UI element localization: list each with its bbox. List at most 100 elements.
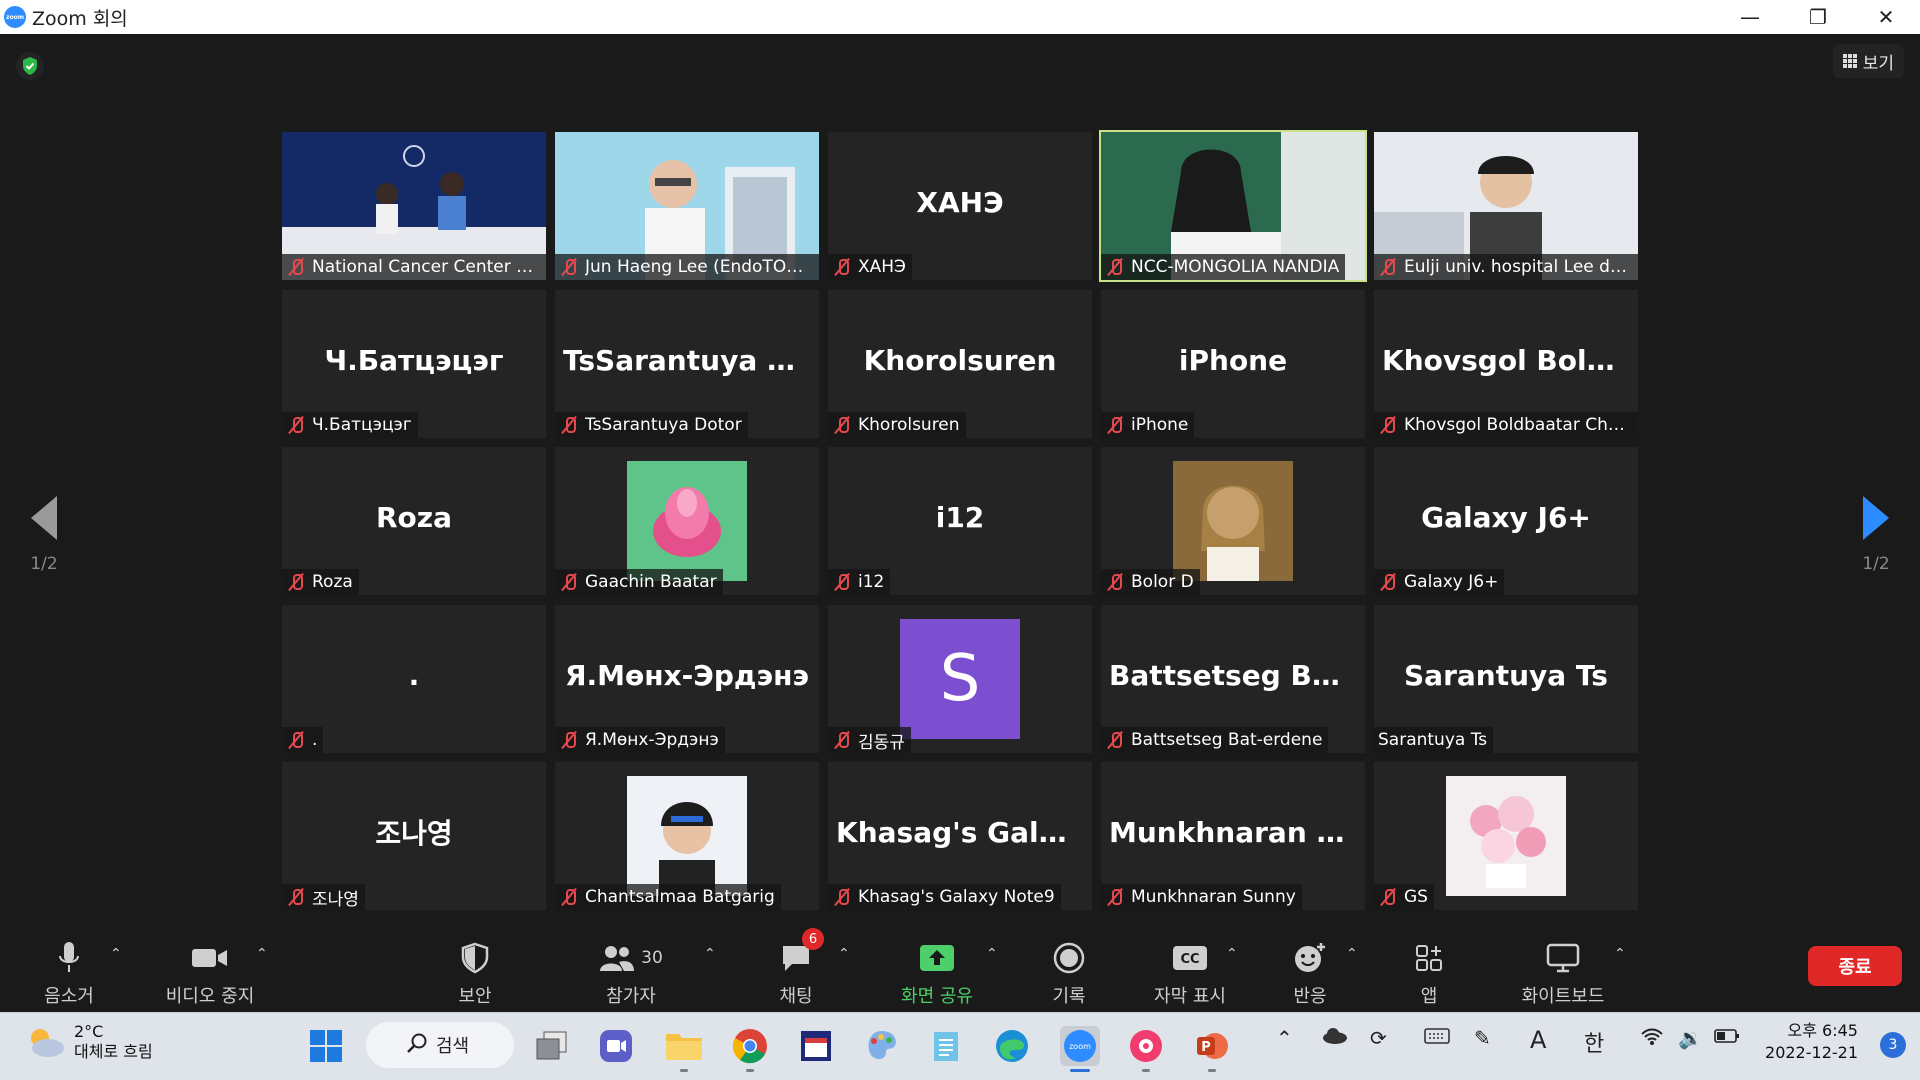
participant-tile[interactable]: Bolor D [1101,447,1365,595]
participant-name-label: Я.Мөнх-Эрдэнэ [555,727,725,753]
captions-options-caret[interactable]: ⌃ [1226,946,1238,962]
taskbar-search[interactable]: 검색 [366,1022,514,1068]
whiteboard-options-caret[interactable]: ⌃ [1614,946,1626,962]
participant-tile[interactable]: Galaxy J6+ Galaxy J6+ [1374,447,1638,595]
taskbar-app-notepad[interactable] [926,1026,966,1066]
participant-tile[interactable]: i12 i12 [828,447,1092,595]
share-options-caret[interactable]: ⌃ [986,946,998,962]
participant-tile[interactable]: Chantsalmaa Batgarig [555,762,819,910]
participant-tile[interactable]: Я.Мөнх-Эрдэнэ Я.Мөнх-Эрдэнэ [555,605,819,753]
participant-tile[interactable]: 조나영 조나영 [282,762,546,910]
search-icon [406,1032,428,1059]
battery-icon[interactable] [1714,1026,1740,1050]
start-button[interactable] [306,1026,346,1066]
minimize-button[interactable]: — [1716,0,1784,34]
ime-mode-letter[interactable]: A [1530,1026,1546,1054]
participant-name: NCC-MONGOLIA NANDIA [1131,257,1340,277]
taskbar-app-powerpoint[interactable]: P [1192,1026,1232,1072]
security-shield-icon [460,936,490,980]
video-options-caret[interactable]: ⌃ [256,946,268,962]
participant-tile[interactable]: Jun Haeng Lee (EndoTODAY) [555,132,819,280]
task-view-button[interactable] [532,1026,572,1066]
whiteboard-button[interactable]: 화이트보드 [1516,922,1610,1012]
security-button[interactable]: 보안 [450,922,500,1012]
reactions-options-caret[interactable]: ⌃ [1346,946,1358,962]
muted-microphone-icon [1378,887,1398,907]
participant-name-label: NCC-MONGOLIA NANDIA [1101,254,1346,280]
video-camera-icon [191,936,229,980]
closed-captions-icon: CC [1172,936,1208,980]
participant-tile[interactable]: Sarantuya Ts Sarantuya Ts [1374,605,1638,753]
participant-tile[interactable]: S 김동규 [828,605,1092,753]
chat-button[interactable]: 6 채팅 [770,922,824,1012]
taskbar-app-paint[interactable] [862,1026,902,1066]
taskbar-app-edge[interactable] [992,1026,1032,1066]
close-button[interactable]: ✕ [1852,0,1920,34]
muted-microphone-icon [1105,415,1125,435]
participant-tile[interactable]: NCC-MONGOLIA NANDIA [1099,130,1367,282]
mute-button[interactable]: 음소거 [36,922,102,1012]
participant-tile[interactable]: Roza Roza [282,447,546,595]
pen-input-icon[interactable]: ✎ [1474,1026,1491,1050]
paint-palette-icon [868,1031,896,1060]
next-page-button[interactable]: 1/2 [1846,496,1906,574]
participant-display-name: ХАНЭ [916,186,1004,220]
participant-tile[interactable]: iPhone iPhone [1101,290,1365,438]
weather-description: 대체로 흐림 [74,1042,153,1061]
audio-options-caret[interactable]: ⌃ [110,946,122,962]
participant-name: GS [1404,887,1428,907]
end-meeting-button[interactable]: 종료 [1808,946,1902,986]
sync-icon[interactable]: ⟳ [1370,1026,1387,1050]
participant-tile[interactable]: Ч.Батцэцэг Ч.Батцэцэг [282,290,546,438]
system-clock[interactable]: 오후 6:45 2022-12-21 [1765,1020,1858,1064]
clock-date: 2022-12-21 [1765,1043,1858,1062]
participant-tile[interactable]: Munkhnaran Su... Munkhnaran Sunny [1101,762,1365,910]
captions-button[interactable]: CC 자막 표시 [1150,922,1230,1012]
show-hidden-icons-caret[interactable]: ⌃ [1276,1026,1293,1050]
apps-button[interactable]: 앱 [1414,922,1444,1012]
chat-options-caret[interactable]: ⌃ [838,946,850,962]
notification-count-badge[interactable]: 3 [1880,1032,1906,1058]
weather-temperature: 2°C [74,1022,104,1041]
participant-tile[interactable]: Khovsgol Boldb... Khovsgol Boldbaatar Cho… [1374,290,1638,438]
taskbar-app-calendar[interactable] [796,1026,836,1066]
taskbar-app-chrome[interactable] [730,1026,770,1072]
participants-options-caret[interactable]: ⌃ [704,946,716,962]
view-button[interactable]: 보기 [1832,44,1904,78]
participant-tile[interactable]: Khasag's Galaxy... Khasag's Galaxy Note9 [828,762,1092,910]
participant-name-label: Galaxy J6+ [1374,569,1505,595]
participant-name: Я.Мөнх-Эрдэнэ [585,730,719,750]
previous-page-button[interactable]: 1/2 [14,496,74,574]
participant-name: National Cancer Center o... [312,257,540,277]
participant-name: Gaachin Baatar [585,572,717,592]
wifi-icon[interactable] [1640,1026,1664,1051]
participant-tile[interactable]: TsSarantuya Do... TsSarantuya Dotor [555,290,819,438]
participant-tile[interactable]: ХАНЭ ХАНЭ [828,132,1092,280]
keyboard-icon[interactable] [1424,1026,1450,1050]
restore-button[interactable]: ❐ [1784,0,1852,34]
weather-widget[interactable]: 2°C 대체로 흐림 [26,1022,153,1062]
share-screen-button[interactable]: 화면 공유 [898,922,976,1012]
taskbar-app-zoom[interactable]: zoom [1060,1026,1100,1072]
record-button[interactable]: 기록 [1046,922,1092,1012]
participant-tile[interactable]: National Cancer Center o... [282,132,546,280]
stop-video-button[interactable]: 비디오 중지 [160,922,260,1012]
taskbar-app-meet[interactable] [596,1026,636,1066]
taskbar-app-chat[interactable] [1126,1026,1166,1072]
participant-tile[interactable]: Gaachin Baatar [555,447,819,595]
ime-korean-indicator[interactable]: 한 [1584,1026,1604,1058]
participant-name: iPhone [1131,415,1189,435]
participant-tile[interactable]: Battsetseg Bat-... Battsetseg Bat-erdene [1101,605,1365,753]
participant-tile[interactable]: Khorolsuren Khorolsuren [828,290,1092,438]
speaker-icon[interactable]: 🔉 [1678,1026,1703,1050]
participants-button[interactable]: 30 참가자 [596,922,666,1012]
reactions-button[interactable]: 반응 [1290,922,1330,1012]
record-label: 기록 [1052,986,1086,1007]
participant-tile[interactable]: GS [1374,762,1638,910]
taskbar-app-file-explorer[interactable] [664,1026,704,1072]
participant-tile[interactable]: Eulji univ. hospital Lee dong ... [1374,132,1638,280]
participant-tile[interactable]: .. [282,605,546,753]
encryption-shield-icon[interactable] [16,52,44,80]
muted-microphone-icon [832,887,852,907]
onedrive-cloud-icon[interactable] [1322,1026,1348,1050]
